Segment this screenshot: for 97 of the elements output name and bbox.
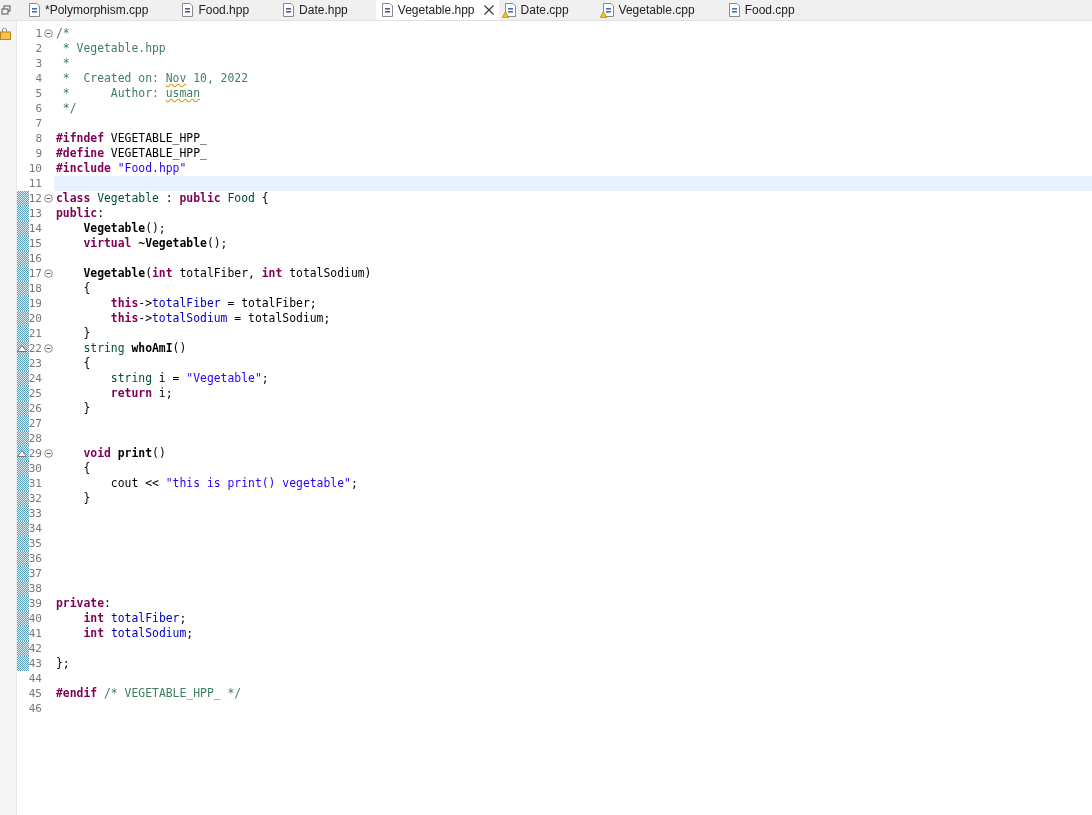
line-number: 36 xyxy=(27,552,42,565)
line-number: 12 xyxy=(27,192,42,205)
line-number: 22 xyxy=(27,342,42,355)
line-number: 42 xyxy=(27,642,42,655)
line-number: 21 xyxy=(27,327,42,340)
collapse-icon[interactable] xyxy=(43,344,53,353)
line-number: 26 xyxy=(27,402,42,415)
source-file-icon xyxy=(181,3,195,17)
line-number: 18 xyxy=(27,282,42,295)
line-number: 32 xyxy=(27,492,42,505)
collapse-icon[interactable] xyxy=(43,269,53,278)
code-line: #define VEGETABLE_HPP_ xyxy=(55,146,208,161)
line-number: 46 xyxy=(27,702,42,715)
code-line: #include "Food.hpp" xyxy=(55,161,188,176)
code-line: cout << "this is print() vegetable"; xyxy=(109,476,359,491)
line-number: 31 xyxy=(27,477,42,490)
line-number: 2 xyxy=(34,42,42,55)
code-line: * Vegetable.hpp xyxy=(61,41,167,56)
code-line: int totalFiber; xyxy=(82,611,188,626)
line-number: 29 xyxy=(27,447,42,460)
line-number: 44 xyxy=(27,672,42,685)
editor-tab[interactable]: Vegetable.cpp xyxy=(596,0,723,20)
line-number: 19 xyxy=(27,297,42,310)
code-line: int totalSodium; xyxy=(82,626,195,641)
line-number: 3 xyxy=(34,57,42,70)
line-number: 33 xyxy=(27,507,42,520)
line-number: 45 xyxy=(27,687,42,700)
source-file-icon xyxy=(28,3,41,17)
code-line: void print() xyxy=(82,446,167,461)
code-line: return i; xyxy=(109,386,174,401)
line-number: 25 xyxy=(27,387,42,400)
line-number: 35 xyxy=(27,537,42,550)
collapse-icon[interactable] xyxy=(43,29,53,38)
code-line: #endif /* VEGETABLE_HPP_ */ xyxy=(55,686,243,701)
line-number: 30 xyxy=(27,462,42,475)
code-line: string whoAmI() xyxy=(82,341,188,356)
code-line: Vegetable(); xyxy=(82,221,167,236)
code-line: { xyxy=(82,356,92,371)
tab-list-icon[interactable] xyxy=(1,5,11,15)
line-number: 38 xyxy=(27,582,42,595)
line-number: 16 xyxy=(27,252,42,265)
line-number: 17 xyxy=(27,267,42,280)
code-line: * Author: usman xyxy=(61,86,202,101)
editor-tab[interactable]: Date.cpp xyxy=(498,0,597,20)
source-file-icon xyxy=(380,3,394,17)
editor-tab[interactable]: Food.cpp xyxy=(722,0,823,20)
line-number: 37 xyxy=(27,567,42,580)
code-line: class Vegetable : public Food { xyxy=(55,191,270,206)
line-number: 13 xyxy=(27,207,42,220)
line-number: 7 xyxy=(34,117,42,130)
line-number: 9 xyxy=(34,147,42,160)
line-number: 27 xyxy=(27,417,42,430)
line-number: 8 xyxy=(34,132,42,145)
code-line: virtual ~Vegetable(); xyxy=(82,236,229,251)
editor-tab[interactable]: Vegetable.hpp xyxy=(375,0,499,20)
line-number: 20 xyxy=(27,312,42,325)
source-file-icon xyxy=(727,3,741,17)
line-number: 14 xyxy=(27,222,42,235)
code-line: this->totalFiber = totalFiber; xyxy=(109,296,318,311)
code-line: */ xyxy=(61,101,78,116)
code-line: Vegetable(int totalFiber, int totalSodium) xyxy=(82,266,373,281)
line-number: 43 xyxy=(27,657,42,670)
code-line: } xyxy=(82,491,92,506)
line-number: 28 xyxy=(27,432,42,445)
code-line: public: xyxy=(55,206,105,221)
source-file-icon xyxy=(282,3,296,17)
line-number: 10 xyxy=(27,162,42,175)
editor-tab[interactable]: Date.hpp xyxy=(277,0,376,20)
code-line: * xyxy=(61,56,71,71)
line-number: 5 xyxy=(34,87,42,100)
collapse-icon[interactable] xyxy=(43,194,53,203)
editor-tab[interactable]: Food.hpp xyxy=(176,0,278,20)
line-number: 23 xyxy=(27,357,42,370)
close-icon[interactable] xyxy=(482,4,495,16)
code-line: } xyxy=(82,326,92,341)
line-number: 41 xyxy=(27,627,42,640)
code-line: } xyxy=(82,401,92,416)
code-line: this->totalSodium = totalSodium; xyxy=(109,311,332,326)
code-line: private: xyxy=(55,596,112,611)
line-number: 24 xyxy=(27,372,42,385)
line-number: 15 xyxy=(27,237,42,250)
code-line: string i = "Vegetable"; xyxy=(109,371,270,386)
line-number: 4 xyxy=(34,72,42,85)
code-line: * Created on: Nov 10, 2022 xyxy=(61,71,250,86)
line-number: 34 xyxy=(27,522,42,535)
code-line: { xyxy=(82,461,92,476)
code-line: { xyxy=(82,281,92,296)
line-number: 39 xyxy=(27,597,42,610)
editor-tab[interactable]: *Polymorphism.cpp xyxy=(23,0,177,20)
line-number: 1 xyxy=(34,27,42,40)
code-line: #ifndef VEGETABLE_HPP_ xyxy=(55,131,208,146)
line-number: 40 xyxy=(27,612,42,625)
code-line: }; xyxy=(55,656,71,671)
collapse-icon[interactable] xyxy=(43,449,53,458)
line-number: 11 xyxy=(27,177,42,190)
code-line: /* xyxy=(55,26,71,41)
line-number: 6 xyxy=(34,102,42,115)
